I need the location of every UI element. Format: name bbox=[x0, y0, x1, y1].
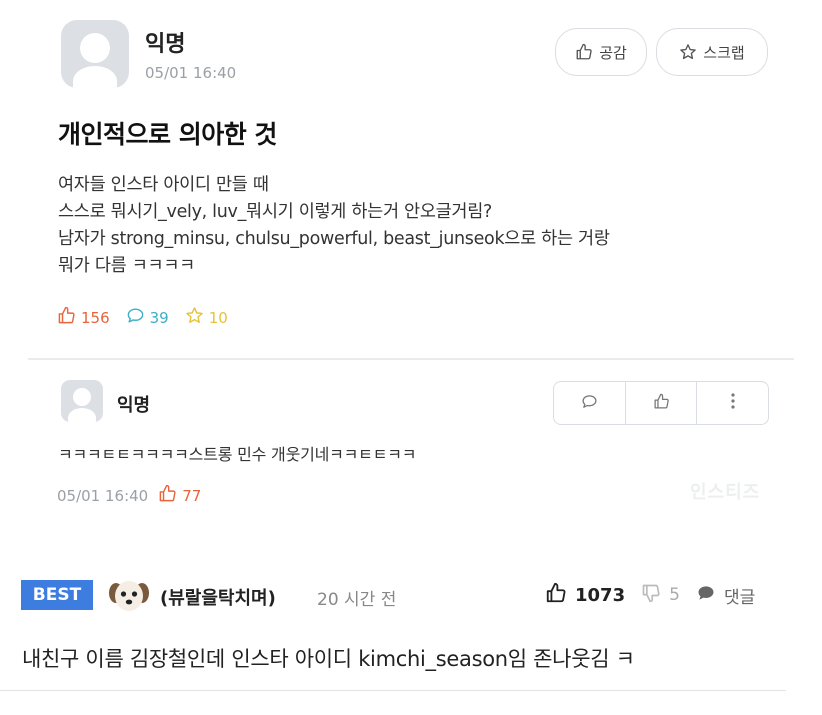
reply-more-button[interactable] bbox=[697, 382, 768, 424]
comment-count: 39 bbox=[149, 308, 169, 327]
reply-like-stat[interactable]: 77 bbox=[158, 484, 201, 507]
comment-time: 20 시간 전 bbox=[317, 590, 397, 610]
post-body-line: 남자가 strong_minsu, chulsu_powerful, beast… bbox=[58, 229, 610, 249]
empathy-label: 공감 bbox=[599, 43, 627, 62]
scrap-label: 스크랩 bbox=[703, 43, 745, 62]
best-comment-text: 내친구 이름 김장철인데 인스타 아이디 kimchi_season임 존나웃김… bbox=[22, 647, 635, 671]
thumbs-up-icon[interactable] bbox=[545, 582, 567, 608]
reply-comment-button[interactable] bbox=[554, 382, 626, 424]
best-dislike-count: 5 bbox=[669, 585, 680, 605]
reply-like-button[interactable] bbox=[626, 382, 698, 424]
post-body-line: 뭐가 다름 ㅋㅋㅋㅋ bbox=[58, 256, 195, 276]
comment-bottom-divider bbox=[0, 690, 786, 691]
post-body: 여자들 인스타 아이디 만들 때 스스로 뭐시기_vely, luv_뭐시기 이… bbox=[58, 172, 610, 280]
reply-avatar bbox=[61, 380, 103, 422]
comment-stat[interactable]: 39 bbox=[126, 306, 169, 329]
post-divider bbox=[28, 358, 794, 360]
reply-actions bbox=[553, 381, 769, 425]
reply-meta: 05/01 16:40 77 bbox=[57, 484, 201, 507]
speech-bubble-icon[interactable] bbox=[696, 583, 716, 607]
post-stats: 156 39 10 bbox=[57, 306, 228, 329]
post-body-line: 여자들 인스타 아이디 만들 때 bbox=[58, 175, 269, 195]
best-like-count: 1073 bbox=[575, 584, 626, 606]
reply-author: 익명 bbox=[117, 395, 151, 416]
scrap-button[interactable]: 스크랩 bbox=[656, 28, 768, 76]
post-body-line: 스스로 뭐시기_vely, luv_뭐시기 이렇게 하는거 안오글거림? bbox=[58, 202, 493, 222]
like-count: 156 bbox=[81, 308, 110, 327]
empathy-button[interactable]: 공감 bbox=[555, 28, 647, 76]
best-badge: BEST bbox=[21, 580, 93, 610]
more-vertical-icon bbox=[730, 392, 736, 414]
thumbs-down-icon[interactable] bbox=[641, 583, 661, 607]
post-timestamp: 05/01 16:40 bbox=[145, 64, 237, 82]
comment-actions: 1073 5 댓글 bbox=[545, 582, 755, 608]
post-author: 익명 bbox=[145, 32, 186, 57]
site-watermark: 인스티즈 bbox=[690, 482, 761, 503]
thumbs-up-icon bbox=[158, 484, 177, 507]
commenter-avatar bbox=[108, 575, 150, 615]
scrap-count: 10 bbox=[208, 308, 228, 327]
reply-like-count: 77 bbox=[182, 486, 202, 505]
commenter-nickname[interactable]: (뷰랄을탁치며) bbox=[160, 584, 276, 610]
star-icon bbox=[185, 306, 204, 329]
star-icon bbox=[679, 43, 697, 61]
reply-timestamp: 05/01 16:40 bbox=[57, 486, 149, 505]
reply-link[interactable]: 댓글 bbox=[724, 583, 755, 608]
thumbs-up-icon bbox=[653, 393, 670, 414]
post-title: 개인적으로 의아한 것 bbox=[58, 120, 277, 149]
speech-bubble-icon bbox=[126, 306, 145, 329]
speech-bubble-icon bbox=[581, 393, 598, 414]
thumbs-up-icon bbox=[575, 43, 593, 61]
author-avatar bbox=[61, 20, 129, 88]
scrap-stat[interactable]: 10 bbox=[185, 306, 228, 329]
thumbs-up-icon bbox=[57, 306, 76, 329]
like-stat[interactable]: 156 bbox=[57, 306, 110, 329]
reply-body: ㅋㅋㅋㅌㅌㅋㅋㅋㅋ스트롱 민수 개웃기네ㅋㅋㅌㅌㅋㅋ bbox=[58, 445, 417, 464]
